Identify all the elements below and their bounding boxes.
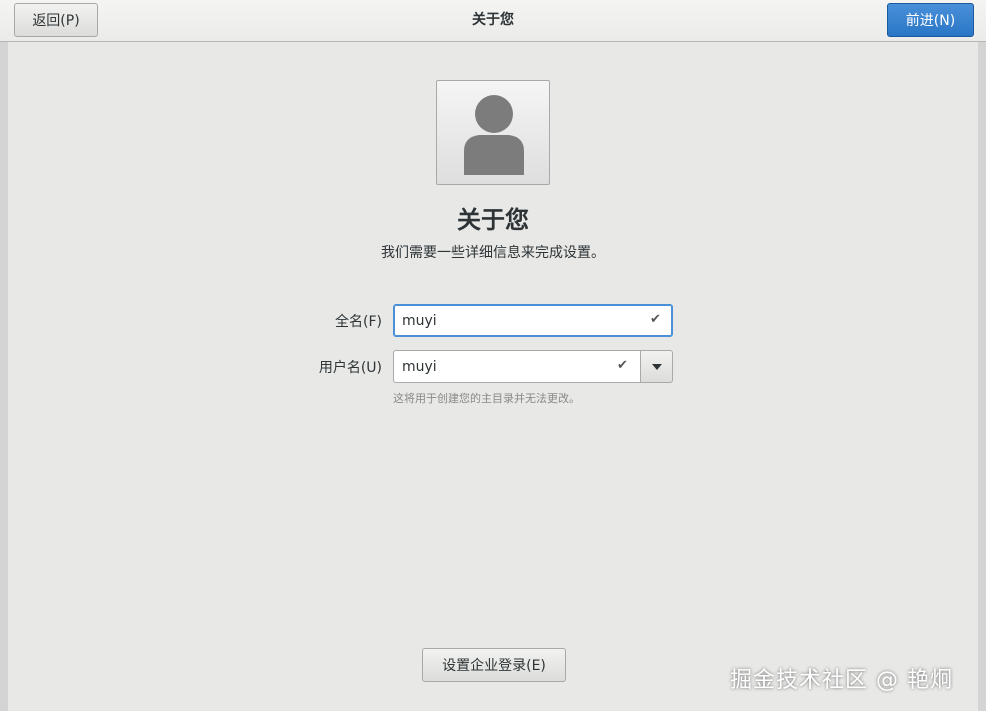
- checkmark-icon: ✔: [617, 358, 628, 373]
- header-bar: 关于您 返回(P) 前进(N): [0, 0, 986, 42]
- header-title: 关于您: [472, 12, 514, 28]
- next-button[interactable]: 前进(N): [887, 3, 974, 37]
- username-label: 用户名(U): [318, 360, 382, 376]
- avatar-button[interactable]: [436, 80, 550, 185]
- checkmark-icon: ✔: [650, 312, 661, 327]
- page-title: 关于您: [457, 206, 529, 234]
- watermark: 掘金技术社区 @ 艳炯: [730, 668, 953, 693]
- chevron-down-icon: [651, 363, 662, 370]
- full-name-label: 全名(F): [335, 314, 382, 330]
- username-dropdown-button[interactable]: [640, 350, 673, 383]
- username-hint: 这将用于创建您的主目录并无法更改。: [393, 392, 580, 405]
- back-button[interactable]: 返回(P): [14, 3, 98, 37]
- full-name-input[interactable]: [393, 304, 673, 337]
- page-subtitle: 我们需要一些详细信息来完成设置。: [381, 245, 605, 261]
- user-avatar-icon: [464, 95, 524, 175]
- enterprise-login-button[interactable]: 设置企业登录(E): [422, 648, 566, 682]
- username-input[interactable]: [393, 350, 641, 383]
